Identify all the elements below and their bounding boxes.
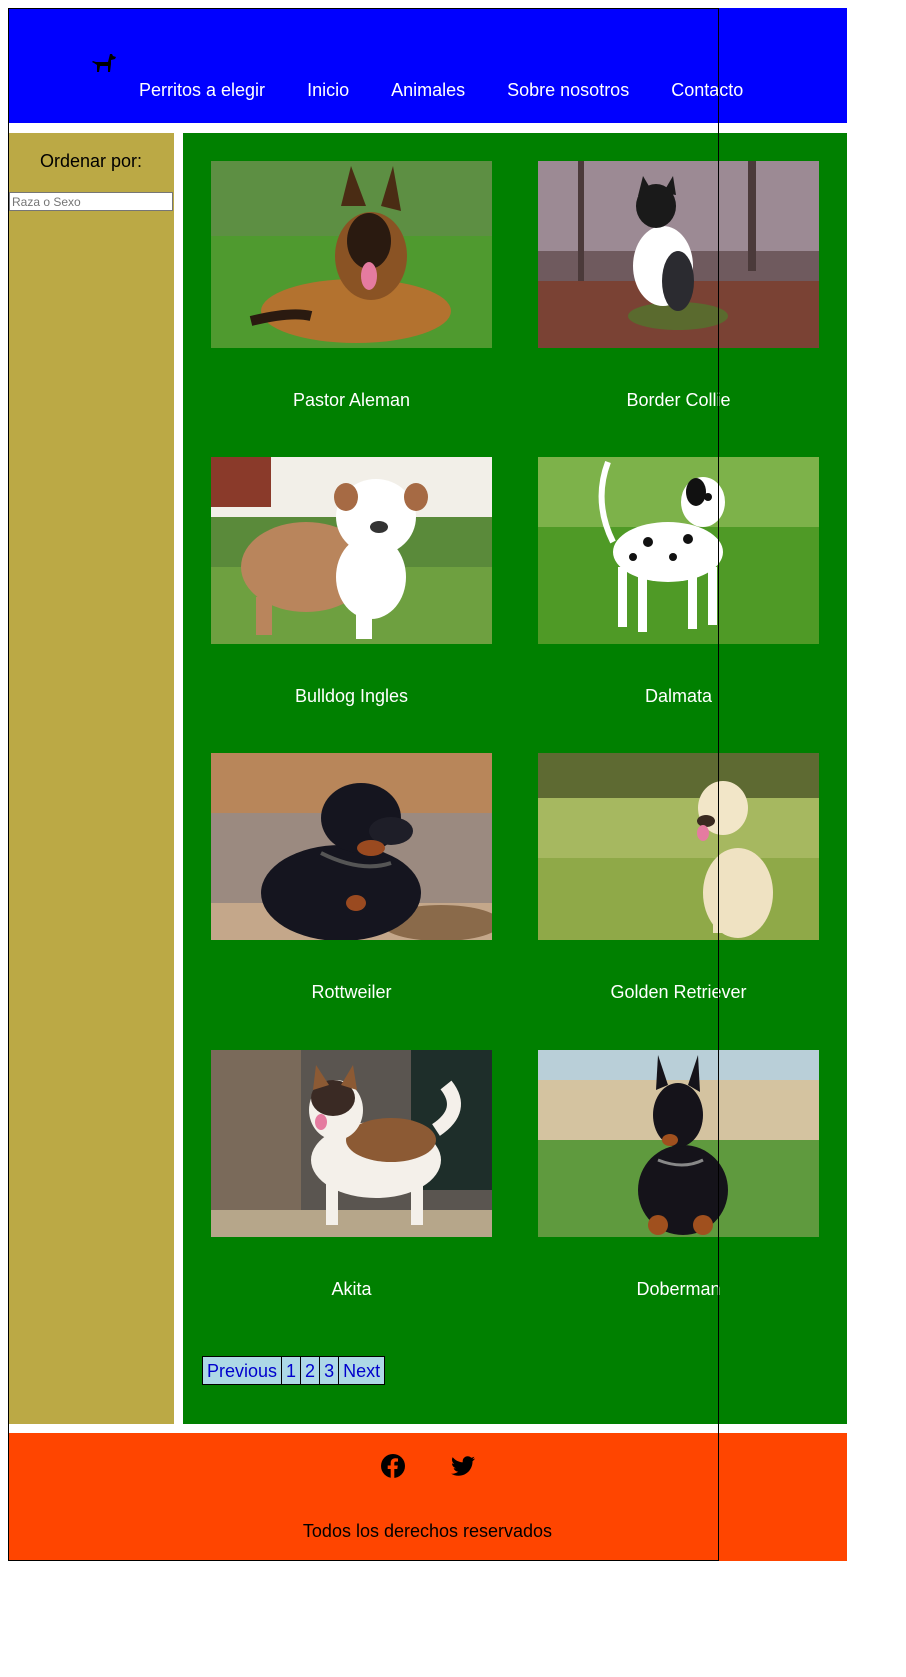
- dog-card[interactable]: Border Collie: [538, 161, 819, 410]
- dog-icon[interactable]: [88, 50, 116, 78]
- dog-name[interactable]: Border Collie: [538, 389, 819, 411]
- main-nav: Perritos a elegir Inicio Animales Sobre …: [139, 79, 785, 101]
- golden-retriever-photo[interactable]: [538, 753, 819, 940]
- akita-photo[interactable]: [211, 1050, 492, 1237]
- social-links: [380, 1453, 476, 1479]
- pagination-page-1[interactable]: 1: [281, 1356, 302, 1385]
- german-shepherd-photo[interactable]: [211, 161, 492, 348]
- pagination: Previous 1 2 3 Next: [202, 1356, 386, 1385]
- dog-card[interactable]: Bulldog Ingles: [211, 457, 492, 706]
- dog-gallery: Pastor Aleman Border Collie Bulldog Ingl…: [183, 133, 847, 1424]
- dog-name[interactable]: Akita: [211, 1278, 492, 1300]
- doberman-photo[interactable]: [538, 1050, 819, 1237]
- pagination-next[interactable]: Next: [338, 1356, 386, 1385]
- rottweiler-photo[interactable]: [211, 753, 492, 940]
- dog-name[interactable]: Doberman: [538, 1278, 819, 1300]
- nav-link-sobre-nosotros[interactable]: Sobre nosotros: [507, 79, 629, 101]
- sidebar: Ordenar por:: [8, 133, 174, 1424]
- nav-link-perritos[interactable]: Perritos a elegir: [139, 79, 265, 101]
- dog-card[interactable]: Pastor Aleman: [211, 161, 492, 410]
- dog-card[interactable]: Dalmata: [538, 457, 819, 706]
- pagination-page-2[interactable]: 2: [300, 1356, 321, 1385]
- nav-link-inicio[interactable]: Inicio: [307, 79, 349, 101]
- twitter-icon[interactable]: [450, 1453, 476, 1479]
- dog-card[interactable]: Akita: [211, 1050, 492, 1299]
- sort-label: Ordenar por:: [39, 151, 143, 171]
- dog-name[interactable]: Dalmata: [538, 685, 819, 707]
- dog-name[interactable]: Golden Retriever: [538, 981, 819, 1003]
- dog-name[interactable]: Bulldog Ingles: [211, 685, 492, 707]
- site-header: Perritos a elegir Inicio Animales Sobre …: [8, 8, 847, 123]
- pagination-page-3[interactable]: 3: [319, 1356, 340, 1385]
- dog-name[interactable]: Rottweiler: [211, 981, 492, 1003]
- dog-name[interactable]: Pastor Aleman: [211, 389, 492, 411]
- bulldog-photo[interactable]: [211, 457, 492, 644]
- nav-link-animales[interactable]: Animales: [391, 79, 465, 101]
- border-collie-photo[interactable]: [538, 161, 819, 348]
- dog-card[interactable]: Rottweiler: [211, 753, 492, 1002]
- site-footer: Todos los derechos reservados: [8, 1433, 847, 1561]
- copyright-text: Todos los derechos reservados: [302, 1521, 553, 1541]
- nav-link-contacto[interactable]: Contacto: [671, 79, 743, 101]
- pagination-previous[interactable]: Previous: [202, 1356, 283, 1385]
- facebook-icon[interactable]: [380, 1453, 406, 1479]
- sort-input[interactable]: [9, 192, 173, 211]
- dalmatian-photo[interactable]: [538, 457, 819, 644]
- dog-card[interactable]: Doberman: [538, 1050, 819, 1299]
- dog-card[interactable]: Golden Retriever: [538, 753, 819, 1002]
